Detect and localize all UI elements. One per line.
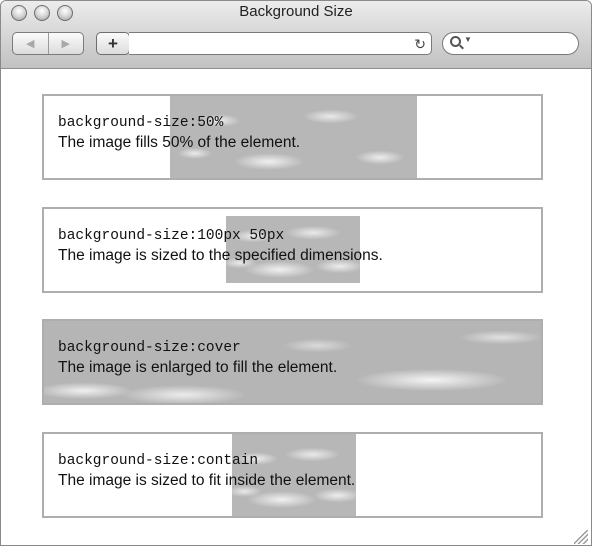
reload-icon[interactable]: ↻ <box>414 35 426 53</box>
example-box-percent: background-size:50% The image fills 50% … <box>42 94 543 180</box>
title-bar: Background Size ◀ ▶ + ↻ ▼ <box>1 1 591 69</box>
example-description: The image is sized to fit inside the ele… <box>58 472 356 489</box>
search-field[interactable]: ▼ <box>442 32 579 55</box>
forward-arrow-icon: ▶ <box>61 38 70 50</box>
example-code: background-size:cover <box>58 340 241 356</box>
back-button[interactable]: ◀ <box>13 33 48 54</box>
example-description: The image is enlarged to fill the elemen… <box>58 359 338 376</box>
search-icon[interactable] <box>450 36 461 47</box>
page-content: background-size:50% The image fills 50% … <box>1 69 591 545</box>
address-bar[interactable]: ↻ <box>129 32 432 55</box>
forward-button[interactable]: ▶ <box>47 33 84 54</box>
example-box-contain: background-size:contain The image is siz… <box>42 432 543 518</box>
search-dropdown-caret-icon[interactable]: ▼ <box>464 35 472 44</box>
back-forward-group: ◀ ▶ <box>12 32 84 55</box>
example-description: The image fills 50% of the element. <box>58 134 301 151</box>
back-arrow-icon: ◀ <box>26 38 35 50</box>
example-box-cover: background-size:cover The image is enlar… <box>42 319 543 405</box>
resize-grip-icon[interactable] <box>574 530 588 544</box>
example-box-pixels: background-size:100px 50px The image is … <box>42 207 543 293</box>
window-title: Background Size <box>239 3 353 20</box>
browser-window: Background Size ◀ ▶ + ↻ ▼ background-siz… <box>0 0 592 546</box>
example-code: background-size:50% <box>58 115 224 131</box>
example-code: background-size:100px 50px <box>58 228 285 244</box>
add-bookmark-button[interactable]: + <box>96 32 130 55</box>
example-code: background-size:contain <box>58 453 259 469</box>
example-description: The image is sized to the specified dime… <box>58 247 383 264</box>
